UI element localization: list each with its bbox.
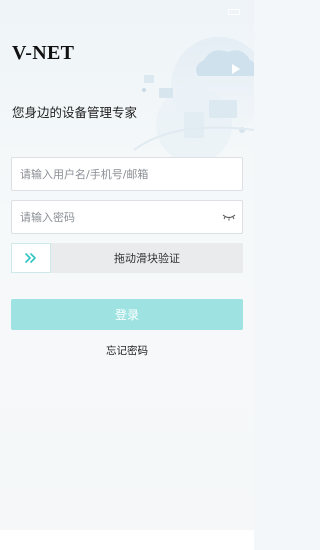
slider-captcha: 拖动滑块验证 [11,243,243,273]
slider-handle[interactable] [11,243,51,273]
login-screen: V-NET 您身边的设备管理专家 拖动滑块验证 登录 忘记密码 [0,0,254,550]
status-bar [0,0,254,24]
password-field[interactable] [11,200,243,234]
eye-closed-icon[interactable] [222,212,236,222]
login-button[interactable]: 登录 [11,299,243,330]
status-indicators [228,9,240,15]
slider-label: 拖动滑块验证 [114,252,180,265]
username-input[interactable] [20,167,234,181]
username-field[interactable] [11,157,243,191]
bottom-safe-area [0,530,254,550]
battery-icon [228,9,240,15]
forgot-password-link[interactable]: 忘记密码 [0,343,254,358]
cloud-device-illustration [133,37,254,160]
app-subtitle: 您身边的设备管理专家 [12,105,138,120]
double-chevron-right-icon [25,253,36,263]
app-title: V-NET [12,42,75,64]
password-input[interactable] [20,210,216,224]
